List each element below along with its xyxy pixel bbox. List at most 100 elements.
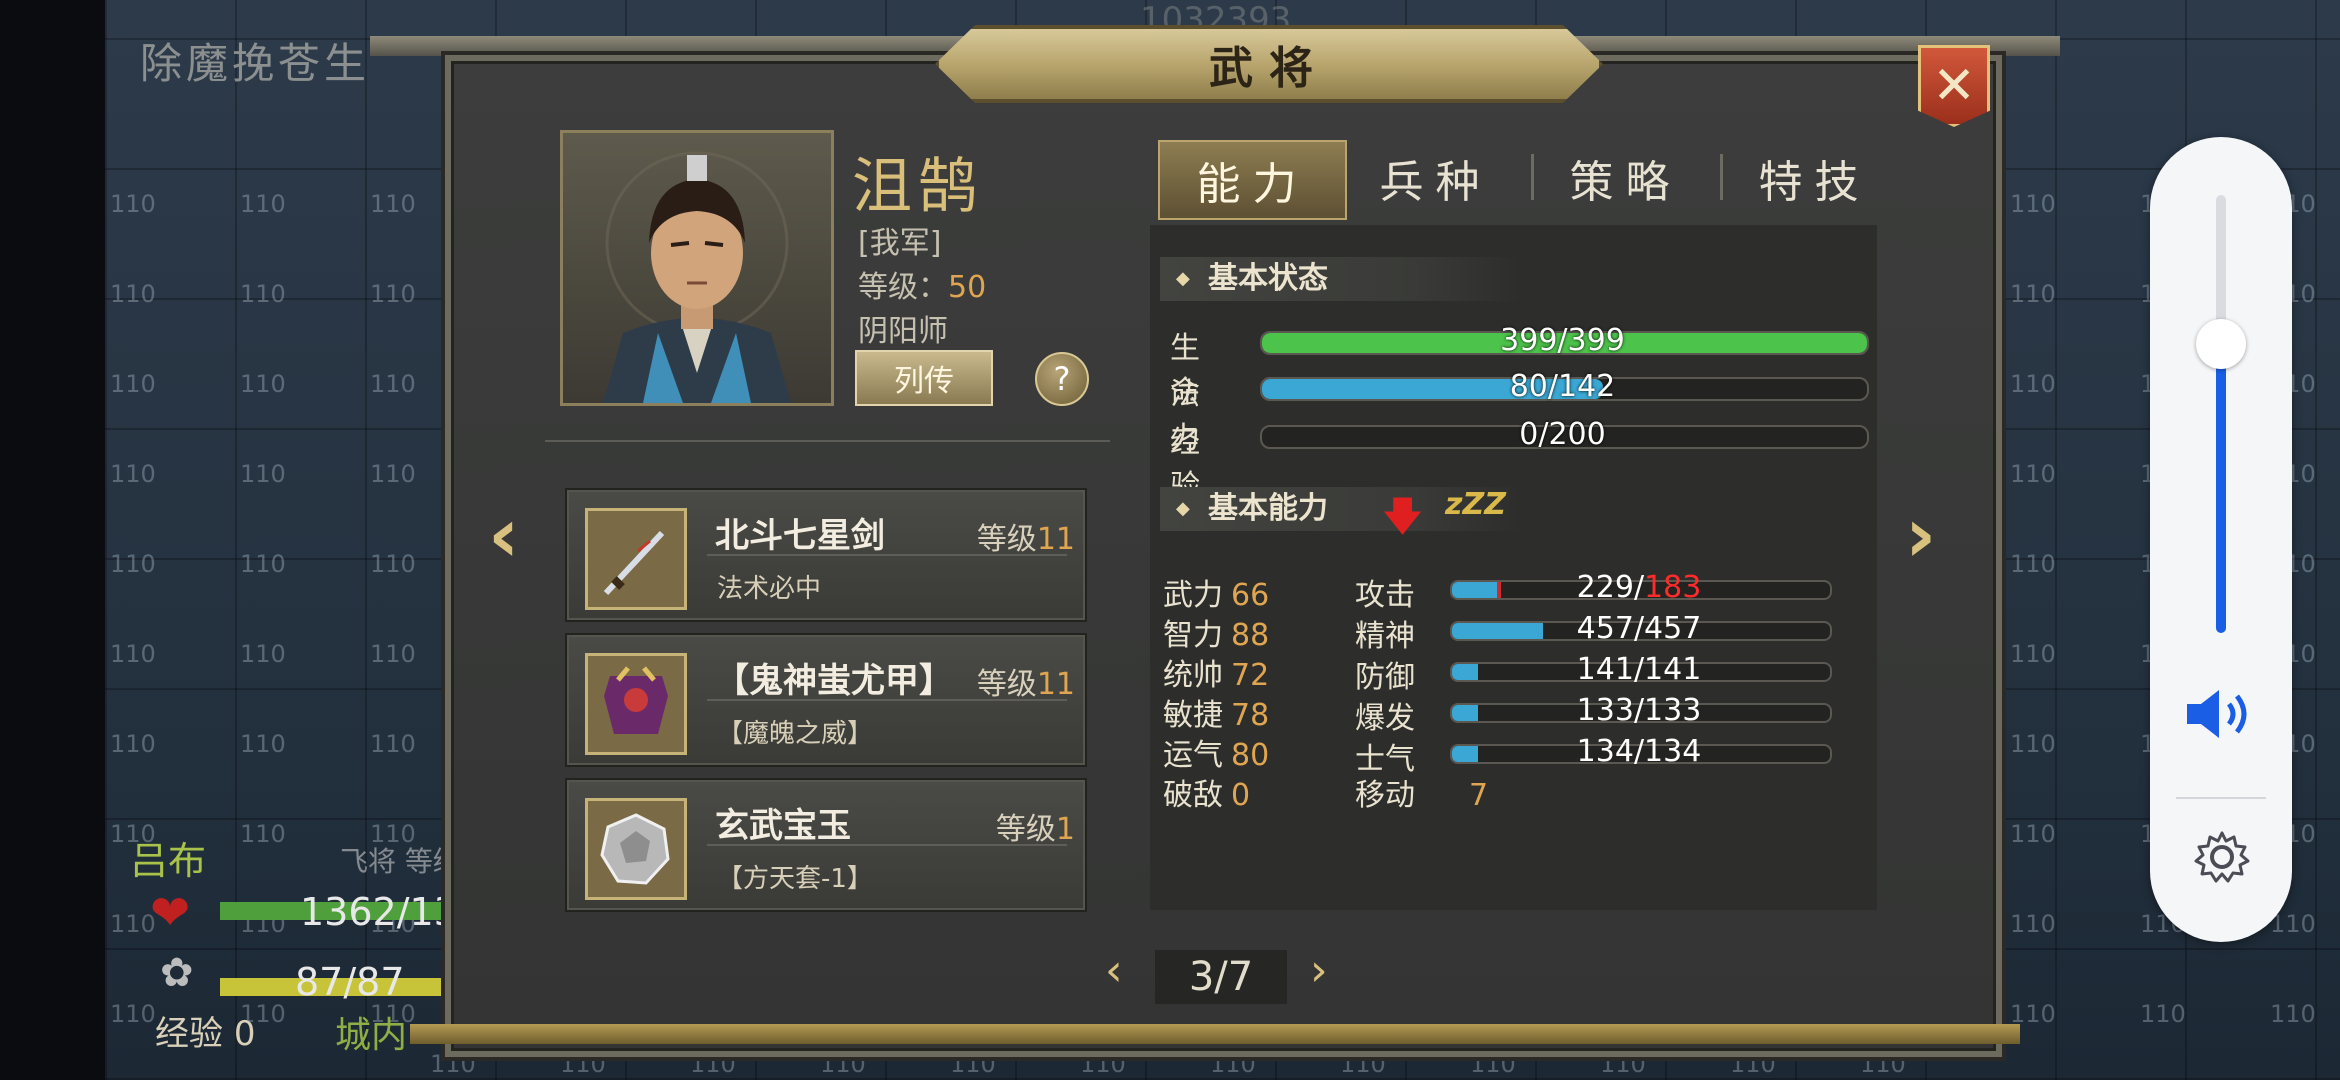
map-grid-number: 110 — [240, 190, 286, 218]
attribute-0: 武力 66 — [1163, 578, 1270, 613]
tab-strategy[interactable]: 策略 — [1533, 140, 1718, 216]
dialog-title-bar: 武将 — [935, 25, 1603, 103]
stat-label: 爆发 — [1355, 701, 1415, 736]
map-grid-number: 110 — [110, 730, 156, 758]
map-grid-number: 110 — [2140, 1000, 2186, 1028]
sleep-icon: zZZ — [1445, 487, 1506, 522]
map-grid-number: 110 — [110, 640, 156, 668]
combat-stat-row: 精神 457/457 — [1355, 611, 1875, 654]
sword-icon — [585, 508, 687, 610]
equipment-desc: 法术必中 — [717, 574, 822, 604]
map-grid-number: 110 — [370, 460, 416, 488]
stat-label: 攻击 — [1355, 578, 1415, 613]
divider — [707, 554, 1067, 556]
stat-value: 141/141 — [1576, 652, 1702, 687]
stat-value: 134/134 — [1576, 734, 1702, 769]
stat-label: 精神 — [1355, 619, 1415, 654]
gear-icon[interactable] — [2192, 827, 2252, 887]
equipment-slot-accessory[interactable]: 玄武宝玉 等级1 【方天套-1】 — [565, 778, 1087, 912]
equipment-slot-armor[interactable]: 【鬼神蚩尤甲】 等级11 【魔魄之威】 — [565, 633, 1087, 767]
jade-icon — [585, 798, 687, 900]
combat-stat-row: 攻击 229/183 — [1355, 570, 1875, 613]
feather-icon: ✿ — [160, 950, 194, 996]
map-grid-number: 110 — [2010, 820, 2056, 848]
map-grid-number: 110 — [2010, 370, 2056, 398]
equipment-level: 等级11 — [976, 667, 1075, 702]
map-grid-number: 110 — [2010, 190, 2056, 218]
map-grid-number: 110 — [110, 190, 156, 218]
stat-value: 457/457 — [1576, 611, 1702, 646]
map-grid-number: 110 — [2270, 1000, 2316, 1028]
map-grid-number: 110 — [2010, 640, 2056, 668]
equipment-slot-weapon[interactable]: 北斗七星剑 等级11 法术必中 — [565, 488, 1087, 622]
move-stat: 移动 7 — [1355, 778, 1489, 813]
exp-value: 0/200 — [1519, 417, 1606, 452]
stat-value: 133/133 — [1576, 693, 1702, 728]
map-grid-number: 110 — [240, 460, 286, 488]
map-grid-number: 110 — [110, 370, 156, 398]
speaker-icon[interactable] — [2181, 684, 2261, 744]
equipment-desc: 【方天套-1】 — [717, 864, 873, 894]
page-indicator: 3/7 — [1155, 950, 1287, 1004]
map-grid-number: 110 — [370, 370, 416, 398]
biography-button[interactable]: 列传 — [855, 350, 993, 406]
equipment-name: 北斗七星剑 — [715, 516, 885, 556]
prev-general-arrow-icon[interactable]: ‹ — [488, 490, 519, 579]
next-page-button[interactable]: › — [1310, 945, 1328, 996]
tab-troops[interactable]: 兵种 — [1343, 140, 1528, 216]
heart-icon: ❤ — [150, 885, 191, 941]
equipment-desc: 【魔魄之威】 — [717, 719, 874, 749]
map-grid-number: 110 — [240, 280, 286, 308]
stage-title: 除魔挽苍生 — [140, 39, 371, 88]
map-grid-number: 110 — [110, 280, 156, 308]
map-grid-number: 110 — [110, 550, 156, 578]
attribute-4: 运气 80 — [1163, 738, 1270, 773]
attribute-5: 破敌 0 — [1163, 778, 1251, 813]
dialog-title: 武将 — [1209, 43, 1329, 94]
hero-portrait — [560, 130, 834, 406]
hp-value: 399/399 — [1500, 323, 1625, 358]
map-grid-number: 110 — [240, 640, 286, 668]
map-grid-number: 110 — [370, 730, 416, 758]
equipment-level: 等级1 — [995, 812, 1075, 847]
hero-class: 阴阳师 — [858, 314, 948, 349]
equipment-level: 等级11 — [976, 522, 1075, 557]
map-grid-number: 110 — [2010, 910, 2056, 938]
attribute-1: 智力 88 — [1163, 618, 1270, 653]
volume-panel — [2150, 137, 2292, 942]
stat-label: 防御 — [1355, 660, 1415, 695]
close-icon: ✕ — [1932, 56, 1976, 116]
ability-panel: 基本状态 生命 399/399 法力 80/142 经验 0/200 基本能力 … — [1150, 225, 1877, 910]
map-grid-number: 110 — [370, 280, 416, 308]
volume-slider-handle[interactable] — [2196, 318, 2246, 369]
divider — [2176, 797, 2266, 799]
section-basic-status: 基本状态 — [1160, 257, 1520, 301]
equipment-name: 玄武宝玉 — [715, 806, 851, 846]
hero-name: 沮鹄 — [852, 152, 984, 222]
map-grid-number: 110 — [240, 730, 286, 758]
equipment-name: 【鬼神蚩尤甲】 — [715, 661, 953, 701]
map-grid-number: 110 — [2010, 730, 2056, 758]
attribute-3: 敏捷 78 — [1163, 698, 1270, 733]
down-arrow-icon: 🡇 — [1382, 494, 1424, 540]
divider — [707, 844, 1067, 846]
mp-value: 80/142 — [1509, 369, 1616, 404]
prev-page-button[interactable]: ‹ — [1105, 945, 1123, 996]
close-button[interactable]: ✕ — [1918, 45, 1990, 127]
map-grid-number: 110 — [240, 370, 286, 398]
map-grid-number: 110 — [370, 640, 416, 668]
tab-bar: 能力 兵种 策略 特技 — [1150, 140, 1880, 220]
attribute-2: 统帅 72 — [1163, 658, 1270, 693]
divider — [707, 699, 1067, 701]
dialog-bottom-rail — [410, 1024, 2020, 1044]
tab-ability[interactable]: 能力 — [1158, 140, 1347, 220]
map-grid-number: 110 — [2010, 460, 2056, 488]
volume-slider[interactable] — [2216, 195, 2226, 633]
map-grid-number: 110 — [2010, 280, 2056, 308]
stat-value: 229/183 — [1576, 570, 1702, 605]
tab-skills[interactable]: 特技 — [1722, 140, 1907, 216]
help-button[interactable]: ? — [1035, 352, 1089, 406]
unit-location: 城内 — [335, 1015, 408, 1056]
map-grid-number: 110 — [370, 190, 416, 218]
next-general-arrow-icon[interactable]: › — [1905, 490, 1936, 579]
